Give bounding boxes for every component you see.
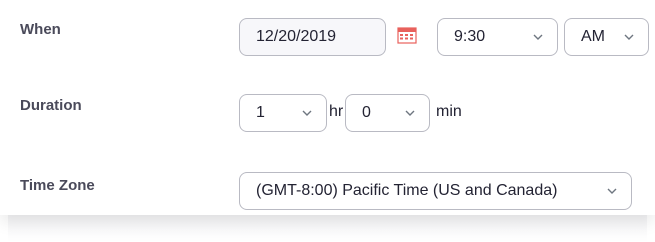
time-select[interactable]: 9:30 [437, 18, 558, 56]
minutes-unit-label: min [436, 103, 462, 120]
ampm-value: AM [581, 28, 605, 45]
hours-unit-label: hr [329, 103, 344, 120]
schedule-form: When 12/20/2019 9:30 AM Duration 1 hr 0 … [0, 0, 655, 242]
minutes-value: 0 [362, 104, 371, 121]
when-label: When [20, 21, 61, 38]
hours-value: 1 [256, 104, 265, 121]
ampm-select[interactable]: AM [564, 18, 649, 56]
date-input[interactable]: 12/20/2019 [239, 18, 386, 56]
schedule-card: When 12/20/2019 9:30 AM Duration 1 hr 0 … [0, 0, 655, 215]
date-value: 12/20/2019 [256, 28, 337, 45]
timezone-value: (GMT-8:00) Pacific Time (US and Canada) [256, 182, 558, 199]
chevron-down-icon [302, 108, 312, 118]
chevron-down-icon [607, 186, 617, 196]
card-shadow [8, 212, 647, 242]
time-value: 9:30 [454, 28, 486, 45]
timezone-select[interactable]: (GMT-8:00) Pacific Time (US and Canada) [239, 172, 632, 210]
chevron-down-icon [533, 32, 543, 42]
chevron-down-icon [624, 32, 634, 42]
duration-label: Duration [20, 97, 82, 114]
duration-minutes-select[interactable]: 0 [345, 94, 430, 132]
calendar-icon[interactable] [397, 26, 417, 44]
timezone-label: Time Zone [20, 177, 95, 194]
chevron-down-icon [405, 108, 415, 118]
duration-hours-select[interactable]: 1 [239, 94, 327, 132]
